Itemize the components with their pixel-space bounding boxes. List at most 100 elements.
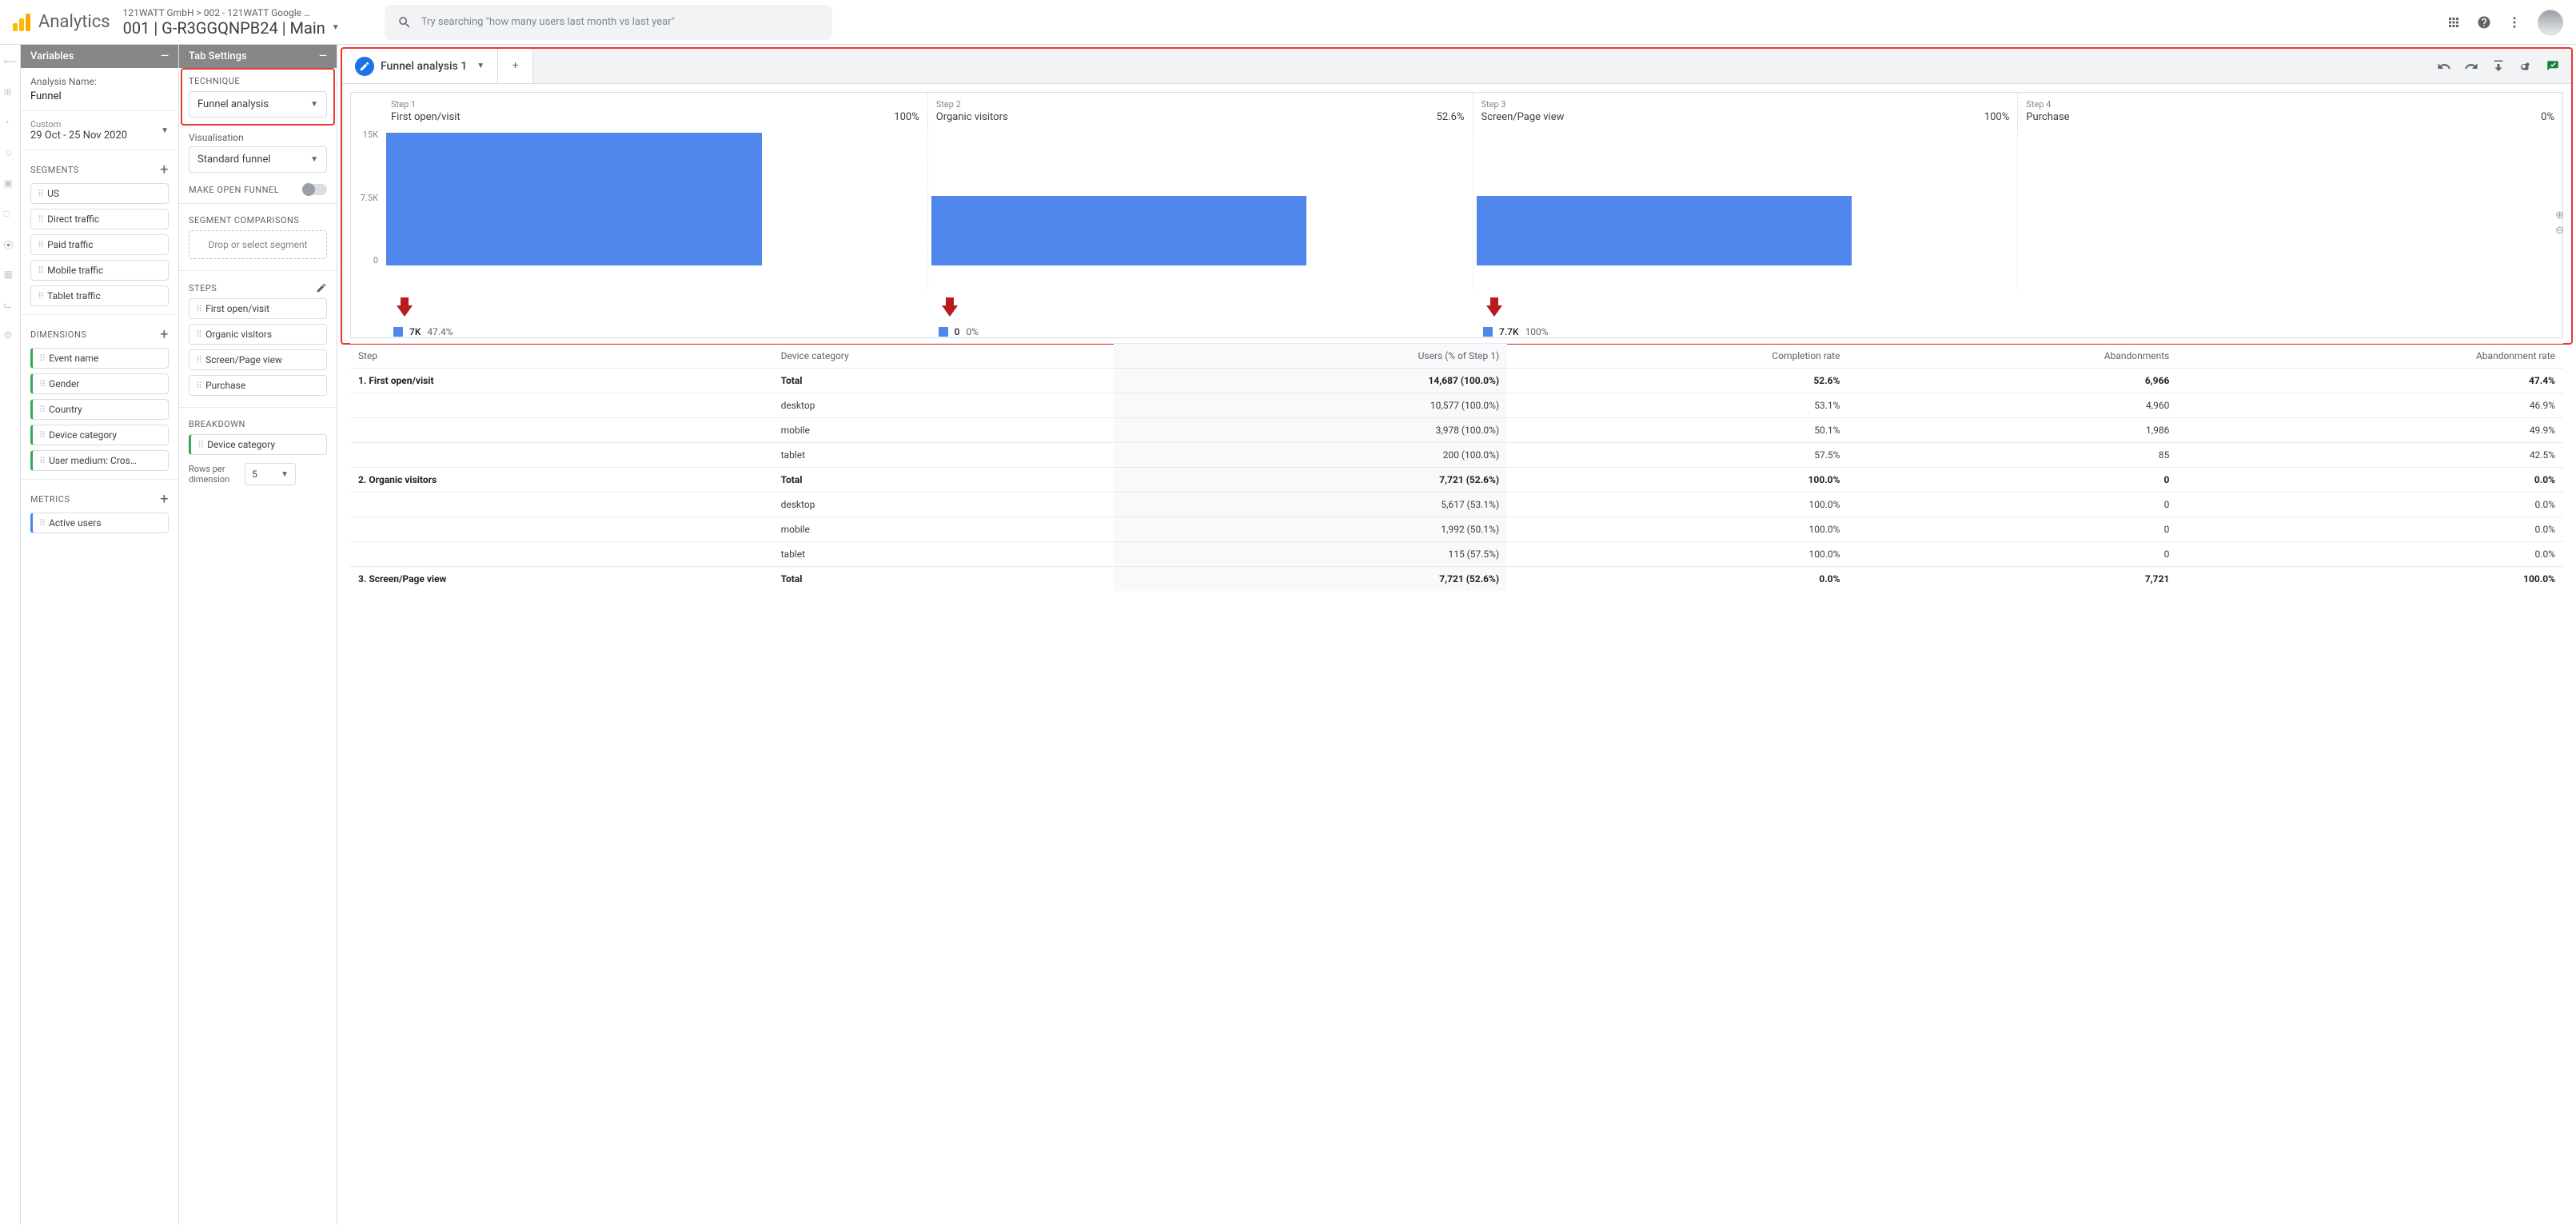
table-row[interactable]: tablet115 (57.5%)100.0%00.0% xyxy=(350,542,2563,567)
step-name: First open/visit xyxy=(391,111,461,123)
add-tab-button[interactable]: + xyxy=(498,49,533,83)
add-segment-button[interactable]: + xyxy=(160,162,169,178)
segment-chip[interactable]: ⠿US xyxy=(30,183,169,204)
download-icon[interactable] xyxy=(2491,59,2506,74)
zoom-out-icon[interactable]: ⊖ xyxy=(2555,225,2564,237)
table-cell: 14,687 (100.0%) xyxy=(1114,369,1508,393)
segment-label: Mobile traffic xyxy=(47,265,103,276)
table-row[interactable]: desktop10,577 (100.0%)53.1%4,96046.9% xyxy=(350,393,2563,418)
dimension-chip[interactable]: ⠿User medium: Cros… xyxy=(30,450,169,471)
table-header[interactable]: Step xyxy=(350,344,773,369)
dimension-chip[interactable]: ⠿Gender xyxy=(30,373,169,394)
drag-handle-icon: ⠿ xyxy=(39,379,44,389)
segment-drop-zone[interactable]: Drop or select segment xyxy=(189,230,327,259)
apps-icon[interactable] xyxy=(2446,15,2461,30)
rail-item[interactable]: ⚙ xyxy=(4,329,17,342)
segment-chip[interactable]: ⠿Tablet traffic xyxy=(30,285,169,306)
funnel-bar[interactable] xyxy=(1477,196,1852,266)
dimension-chip[interactable]: ⠿Event name xyxy=(30,348,169,369)
legend-square-icon xyxy=(939,327,948,337)
step-chip[interactable]: ⠿First open/visit xyxy=(189,298,327,319)
table-cell: 100.0% xyxy=(1507,517,1848,542)
step-label: Screen/Page view xyxy=(205,354,282,365)
table-header[interactable]: Abandonment rate xyxy=(2177,344,2563,369)
rows-per-select[interactable]: 5 ▼ xyxy=(245,463,296,485)
visualisation-select[interactable]: Standard funnel ▼ xyxy=(189,146,327,173)
metric-chip[interactable]: ⠿Active users xyxy=(30,513,169,533)
tab-settings-panel: Tab Settings — TECHNIQUE Funnel analysis… xyxy=(179,45,337,1225)
rail-item-active[interactable]: ⦿ xyxy=(4,238,17,251)
funnel-bar[interactable] xyxy=(386,133,762,265)
table-cell: 5,617 (53.1%) xyxy=(1114,493,1508,517)
table-cell: tablet xyxy=(773,443,1114,468)
table-header[interactable]: Users (% of Step 1) xyxy=(1114,344,1508,369)
table-row[interactable]: 1. First open/visitTotal14,687 (100.0%)5… xyxy=(350,369,2563,393)
make-open-funnel-toggle[interactable] xyxy=(303,184,327,195)
table-row[interactable]: 3. Screen/Page viewTotal7,721 (52.6%)0.0… xyxy=(350,567,2563,592)
step-index: Step 3 xyxy=(1481,99,1506,110)
drag-handle-icon: ⠿ xyxy=(39,405,44,415)
more-vert-icon[interactable] xyxy=(2507,15,2522,30)
help-icon[interactable] xyxy=(2477,15,2491,30)
rail-item[interactable]: ☺ xyxy=(4,147,17,160)
rail-item[interactable]: ▦ xyxy=(4,269,17,281)
technique-select[interactable]: Funnel analysis ▼ xyxy=(189,91,327,118)
table-row[interactable]: 2. Organic visitorsTotal7,721 (52.6%)100… xyxy=(350,468,2563,493)
table-cell: 100.0% xyxy=(1507,542,1848,567)
chevron-down-icon[interactable]: ▼ xyxy=(477,62,484,70)
search-input[interactable]: Try searching "how many users last month… xyxy=(385,5,832,40)
funnel-bar[interactable] xyxy=(931,196,1307,266)
tab-settings-header[interactable]: Tab Settings — xyxy=(179,45,337,68)
redo-icon[interactable] xyxy=(2464,59,2478,74)
rail-item[interactable]: ◔ xyxy=(4,117,17,130)
segment-chip[interactable]: ⠿Paid traffic xyxy=(30,234,169,255)
insights-icon[interactable] xyxy=(2546,59,2560,74)
dimension-chip[interactable]: ⠿Country xyxy=(30,399,169,420)
table-cell: desktop xyxy=(773,393,1114,418)
user-avatar[interactable] xyxy=(2538,10,2563,35)
rail-item[interactable]: ⟵ xyxy=(4,56,17,69)
date-range-picker[interactable]: Custom 29 Oct - 25 Nov 2020 ▼ xyxy=(30,119,169,142)
breakdown-chip[interactable]: ⠿ Device category xyxy=(189,434,327,455)
table-cell: 100.0% xyxy=(1507,493,1848,517)
table-header[interactable]: Completion rate xyxy=(1507,344,1848,369)
rail-item[interactable]: □ xyxy=(4,208,17,221)
view-title: 001 | G-R3GGQNPB24 | Main xyxy=(123,18,325,38)
table-row[interactable]: mobile3,978 (100.0%)50.1%1,98649.9% xyxy=(350,418,2563,443)
add-dimension-button[interactable]: + xyxy=(160,326,169,343)
segment-chip[interactable]: ⠿Mobile traffic xyxy=(30,260,169,281)
segment-chip[interactable]: ⠿Direct traffic xyxy=(30,209,169,229)
rail-item[interactable]: ⊞ xyxy=(4,86,17,99)
segment-comparisons-label: SEGMENT COMPARISONS xyxy=(189,215,327,225)
step-chip[interactable]: ⠿Organic visitors xyxy=(189,324,327,345)
add-metric-button[interactable]: + xyxy=(160,491,169,508)
table-row[interactable]: tablet200 (100.0%)57.5%8542.5% xyxy=(350,443,2563,468)
bar-column xyxy=(2017,130,2562,289)
rail-item[interactable]: ᓚ xyxy=(4,299,17,312)
table-row[interactable]: desktop5,617 (53.1%)100.0%00.0% xyxy=(350,493,2563,517)
analysis-name[interactable]: Funnel xyxy=(30,90,169,102)
share-icon[interactable] xyxy=(2518,59,2533,74)
edit-steps-icon[interactable] xyxy=(316,282,327,293)
zoom-in-icon[interactable]: ⊕ xyxy=(2555,209,2564,221)
collapse-icon[interactable]: — xyxy=(161,50,169,62)
make-open-funnel-label: MAKE OPEN FUNNEL xyxy=(189,185,279,195)
variables-header[interactable]: Variables — xyxy=(21,45,178,68)
bar-column xyxy=(927,130,1473,289)
table-cell xyxy=(350,493,773,517)
dimension-chip[interactable]: ⠿Device category xyxy=(30,425,169,445)
table-header[interactable]: Device category xyxy=(773,344,1114,369)
tab-active[interactable]: Funnel analysis 1 ▼ xyxy=(342,49,498,83)
step-chip[interactable]: ⠿Screen/Page view xyxy=(189,349,327,370)
table-cell: 0.0% xyxy=(2177,493,2563,517)
collapse-icon[interactable]: — xyxy=(319,50,327,62)
account-selector[interactable]: 121WATT GmbH > 002 - 121WATT Google … 00… xyxy=(123,7,340,38)
funnel-table: StepDevice categoryUsers (% of Step 1)Co… xyxy=(350,343,2563,591)
rail-item[interactable]: ▣ xyxy=(4,178,17,190)
table-row[interactable]: mobile1,992 (50.1%)100.0%00.0% xyxy=(350,517,2563,542)
edit-tab-icon[interactable] xyxy=(355,57,374,76)
table-header[interactable]: Abandonments xyxy=(1848,344,2177,369)
chevron-down-icon: ▼ xyxy=(310,100,318,109)
undo-icon[interactable] xyxy=(2437,59,2451,74)
step-chip[interactable]: ⠿Purchase xyxy=(189,375,327,396)
